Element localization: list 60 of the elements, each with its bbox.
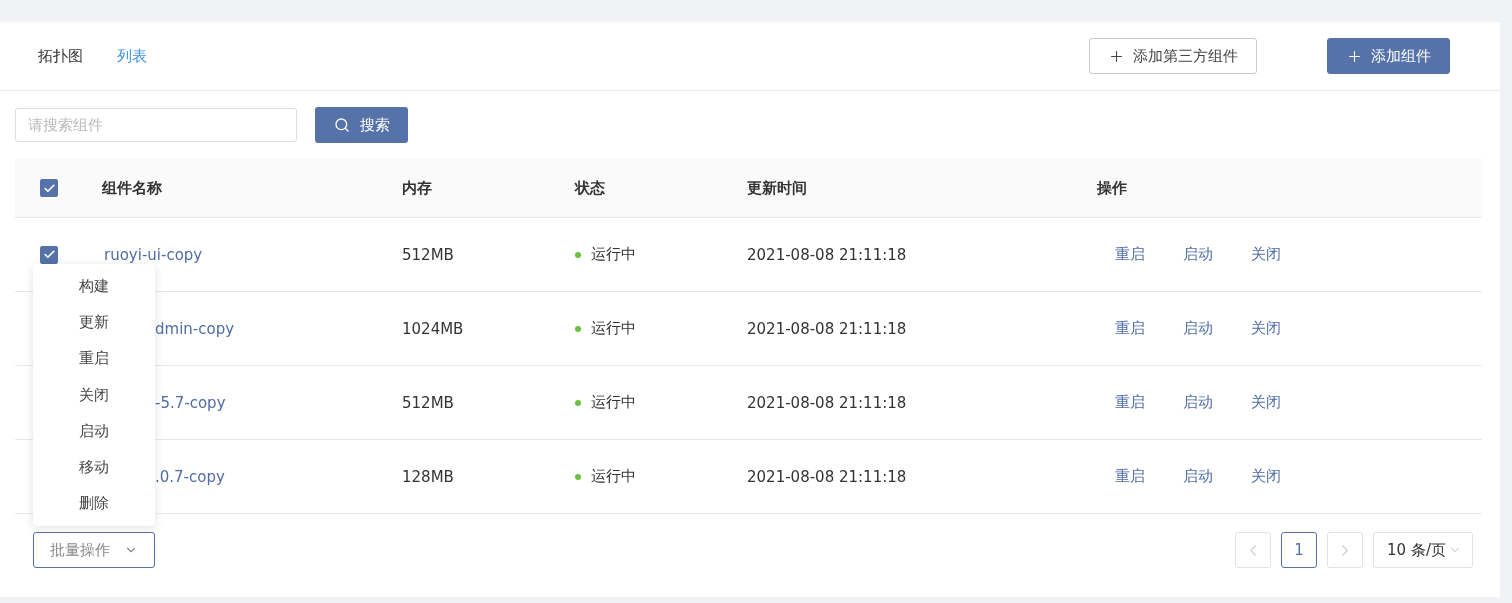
column-header: 状态 <box>575 178 606 198</box>
search-button[interactable]: 搜索 <box>315 107 408 143</box>
status-dot <box>575 325 581 332</box>
view-tab[interactable]: 拓扑图 <box>38 46 83 66</box>
memory-cell: 1024MB <box>402 319 464 338</box>
updated-time-cell: 2021-08-08 21:11:18 <box>747 319 907 338</box>
check-icon <box>42 248 56 261</box>
action-link[interactable]: 关闭 <box>1251 319 1281 338</box>
action-link[interactable]: 重启 <box>1115 393 1145 412</box>
column-header: 更新时间 <box>747 178 808 198</box>
component-name-link[interactable]: -5.7-copy <box>155 393 226 412</box>
view-tab[interactable]: 列表 <box>117 46 147 66</box>
status-dot <box>575 251 581 258</box>
action-link[interactable]: 关闭 <box>1251 245 1281 264</box>
menu-item[interactable]: 构建 <box>33 268 155 305</box>
select-all-checkbox[interactable] <box>40 179 58 197</box>
action-link[interactable]: 重启 <box>1115 467 1145 486</box>
updated-time-cell: 2021-08-08 21:11:18 <box>747 393 907 412</box>
status-text: 运行中 <box>591 393 636 412</box>
component-name-link[interactable]: .0.7-copy <box>155 467 225 486</box>
action-link[interactable]: 重启 <box>1115 319 1145 338</box>
action-link[interactable]: 关闭 <box>1251 467 1281 486</box>
component-name-link[interactable]: ruoyi-ui-copy <box>104 245 203 264</box>
search-field[interactable]: 请搜索组件 <box>15 108 297 142</box>
menu-item[interactable]: 启动 <box>33 413 155 450</box>
menu-item[interactable]: 关闭 <box>33 376 155 414</box>
status-dot <box>575 473 581 480</box>
page-size-select[interactable]: 10 条/页 <box>1373 532 1473 568</box>
memory-cell: 512MB <box>402 393 454 412</box>
action-link[interactable]: 关闭 <box>1251 393 1281 412</box>
column-header: 操作 <box>1097 178 1128 198</box>
memory-cell: 512MB <box>402 245 454 264</box>
updated-time-cell: 2021-08-08 21:11:18 <box>747 245 907 264</box>
action-link[interactable]: 启动 <box>1183 319 1213 338</box>
menu-item[interactable]: 移动 <box>33 449 155 486</box>
status-text: 运行中 <box>591 467 636 486</box>
page-button[interactable]: 1 <box>1281 532 1318 568</box>
status-text: 运行中 <box>591 319 636 338</box>
action-link[interactable]: 重启 <box>1115 245 1145 264</box>
batch-dropdown[interactable]: 批量操作 <box>33 532 155 568</box>
chevron-left-icon <box>1250 544 1257 556</box>
search-icon <box>333 117 350 133</box>
status-text: 运行中 <box>591 245 636 264</box>
updated-time-cell: 2021-08-08 21:11:18 <box>747 467 907 486</box>
menu-item[interactable]: 重启 <box>33 340 155 377</box>
add-button[interactable]: 添加第三方组件 <box>1089 38 1257 74</box>
action-link[interactable]: 启动 <box>1183 245 1213 264</box>
row-checkbox[interactable] <box>40 245 58 264</box>
component-name-link[interactable]: dmin-copy <box>155 319 235 338</box>
check-icon <box>42 181 56 195</box>
action-link[interactable]: 启动 <box>1183 393 1213 412</box>
add-button[interactable]: 添加组件 <box>1327 38 1450 74</box>
column-header: 内存 <box>402 178 433 198</box>
chevron-right-icon <box>1342 544 1349 556</box>
status-dot <box>575 399 581 406</box>
menu-item[interactable]: 删除 <box>33 485 155 523</box>
action-link[interactable]: 启动 <box>1183 467 1213 486</box>
memory-cell: 128MB <box>402 467 454 486</box>
menu-item[interactable]: 更新 <box>33 304 155 341</box>
column-header: 组件名称 <box>102 178 163 198</box>
